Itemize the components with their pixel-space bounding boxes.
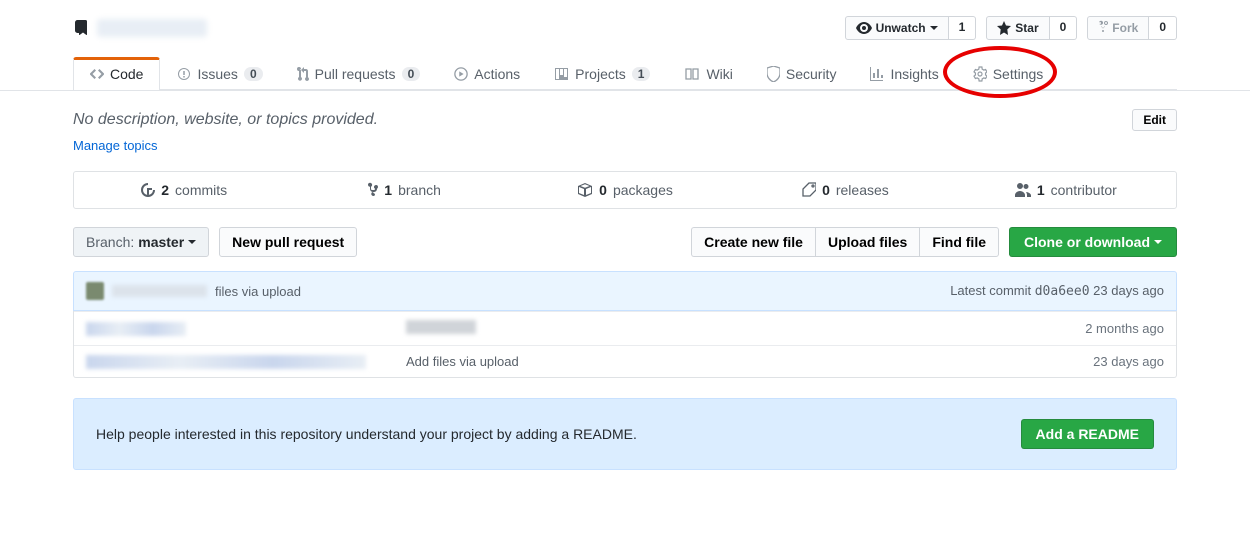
file-row[interactable]: Add files via upload 23 days ago bbox=[74, 345, 1176, 377]
tab-security[interactable]: Security bbox=[750, 57, 854, 90]
repo-tabs: Code Issues 0 Pull requests 0 Actions Pr… bbox=[73, 56, 1177, 90]
tab-wiki[interactable]: Wiki bbox=[667, 57, 749, 90]
readme-prompt: Help people interested in this repositor… bbox=[73, 398, 1177, 470]
star-button-group: Star 0 bbox=[986, 16, 1077, 40]
manage-topics-link[interactable]: Manage topics bbox=[73, 138, 158, 153]
repo-stats: 2commits 1branch 0packages 0releases 1co… bbox=[73, 171, 1177, 209]
code-icon bbox=[90, 66, 104, 82]
avatar bbox=[86, 282, 104, 300]
commits-link[interactable]: 2commits bbox=[74, 172, 294, 208]
repo-description: No description, website, or topics provi… bbox=[73, 111, 378, 129]
file-list: 2 months ago Add files via upload 23 day… bbox=[73, 311, 1177, 378]
packages-link[interactable]: 0packages bbox=[515, 172, 735, 208]
unwatch-button[interactable]: Unwatch bbox=[845, 16, 949, 40]
edit-button[interactable]: Edit bbox=[1132, 109, 1177, 131]
tab-projects[interactable]: Projects 1 bbox=[537, 57, 667, 90]
clone-download-button[interactable]: Clone or download bbox=[1009, 227, 1177, 257]
package-icon bbox=[577, 182, 593, 198]
branch-icon bbox=[368, 182, 378, 198]
latest-commit-bar: files via upload Latest commit d0a6ee0 2… bbox=[73, 271, 1177, 311]
repo-icon bbox=[73, 20, 89, 36]
pull-request-icon bbox=[297, 66, 309, 82]
star-count[interactable]: 0 bbox=[1050, 16, 1078, 40]
create-file-button[interactable]: Create new file bbox=[691, 227, 815, 257]
gear-icon bbox=[973, 66, 987, 82]
tab-insights[interactable]: Insights bbox=[853, 57, 955, 90]
tab-issues[interactable]: Issues 0 bbox=[160, 57, 279, 90]
play-icon bbox=[454, 67, 468, 81]
tab-pulls[interactable]: Pull requests 0 bbox=[280, 57, 438, 90]
branch-select[interactable]: Branch: master bbox=[73, 227, 209, 257]
new-pull-request-button[interactable]: New pull request bbox=[219, 227, 357, 257]
project-icon bbox=[554, 66, 569, 82]
tag-icon bbox=[802, 182, 816, 198]
watch-button-group: Unwatch 1 bbox=[845, 16, 977, 40]
shield-icon bbox=[767, 66, 780, 82]
tab-settings[interactable]: Settings bbox=[956, 57, 1061, 90]
graph-icon bbox=[870, 66, 884, 82]
fork-button[interactable]: Fork bbox=[1087, 16, 1149, 40]
fork-button-group: Fork 0 bbox=[1087, 16, 1177, 40]
upload-files-button[interactable]: Upload files bbox=[815, 227, 919, 257]
file-row[interactable]: 2 months ago bbox=[74, 311, 1176, 345]
watch-count[interactable]: 1 bbox=[949, 16, 977, 40]
commit-sha[interactable]: d0a6ee0 bbox=[1035, 284, 1090, 299]
releases-link[interactable]: 0releases bbox=[735, 172, 955, 208]
star-icon bbox=[997, 21, 1011, 35]
fork-count[interactable]: 0 bbox=[1149, 16, 1177, 40]
star-button[interactable]: Star bbox=[986, 16, 1049, 40]
eye-icon bbox=[856, 20, 872, 36]
repo-title bbox=[73, 19, 207, 37]
add-readme-button[interactable]: Add a README bbox=[1021, 419, 1154, 449]
contributors-link[interactable]: 1contributor bbox=[956, 172, 1176, 208]
branches-link[interactable]: 1branch bbox=[294, 172, 514, 208]
tab-actions[interactable]: Actions bbox=[437, 57, 537, 90]
book-icon bbox=[684, 66, 700, 82]
issue-icon bbox=[177, 66, 191, 82]
history-icon bbox=[141, 182, 155, 198]
people-icon bbox=[1015, 183, 1031, 197]
find-file-button[interactable]: Find file bbox=[919, 227, 999, 257]
fork-icon bbox=[1098, 20, 1108, 36]
tab-code[interactable]: Code bbox=[73, 57, 160, 90]
